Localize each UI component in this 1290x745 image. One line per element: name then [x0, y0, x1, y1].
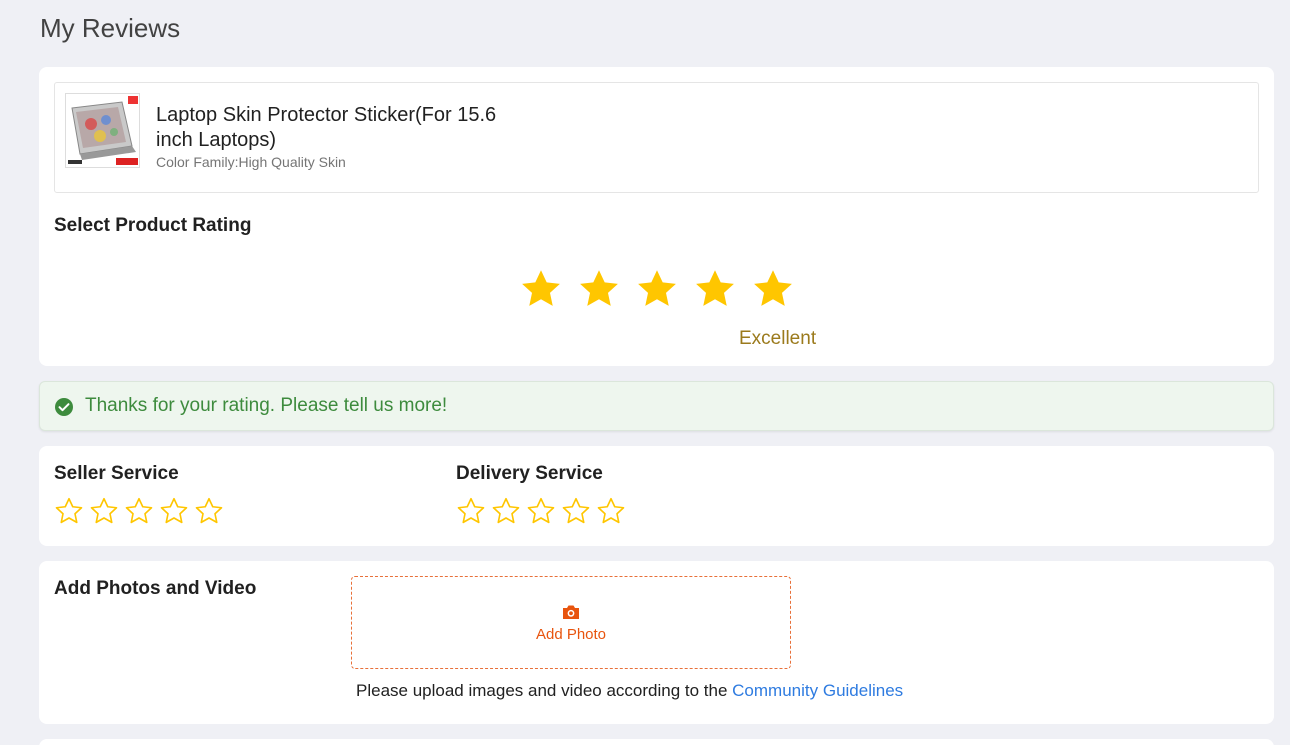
- check-circle-icon: [55, 398, 73, 416]
- star-filled-icon: [522, 270, 560, 306]
- star-filled-icon: [696, 270, 734, 306]
- product-summary: Laptop Skin Protector Sticker(For 15.6 i…: [54, 82, 1259, 193]
- upload-guideline: Please upload images and video according…: [356, 681, 903, 701]
- service-rating-card: Seller Service Delivery Service: [39, 446, 1274, 546]
- next-card: [39, 739, 1274, 745]
- delivery-star-1[interactable]: [456, 496, 486, 526]
- star-outline-icon: [527, 497, 555, 524]
- product-thumbnail: [65, 93, 140, 168]
- seller-star-4[interactable]: [159, 496, 189, 526]
- product-star-5[interactable]: [751, 267, 795, 311]
- star-filled-icon: [638, 270, 676, 306]
- product-variant: Color Family:High Quality Skin: [156, 154, 346, 170]
- product-star-4[interactable]: [693, 267, 737, 311]
- seller-star-3[interactable]: [124, 496, 154, 526]
- product-rating-label: Select Product Rating: [54, 215, 252, 236]
- community-guidelines-link[interactable]: Community Guidelines: [732, 681, 903, 700]
- product-star-3[interactable]: [635, 267, 679, 311]
- star-outline-icon: [160, 497, 188, 524]
- star-outline-icon: [457, 497, 485, 524]
- seller-service-stars: [54, 496, 229, 526]
- camera-icon: [563, 605, 579, 619]
- delivery-star-2[interactable]: [491, 496, 521, 526]
- media-section-label: Add Photos and Video: [54, 578, 257, 599]
- seller-star-1[interactable]: [54, 496, 84, 526]
- product-star-2[interactable]: [577, 267, 621, 311]
- star-outline-icon: [55, 497, 83, 524]
- delivery-star-5[interactable]: [596, 496, 626, 526]
- rating-description: Excellent: [739, 328, 817, 349]
- product-star-1[interactable]: [519, 267, 563, 311]
- rating-success-notice: Thanks for your rating. Please tell us m…: [39, 381, 1274, 431]
- delivery-star-3[interactable]: [526, 496, 556, 526]
- star-outline-icon: [195, 497, 223, 524]
- product-rating-stars: [519, 267, 809, 311]
- delivery-service-stars: [456, 496, 631, 526]
- seller-star-5[interactable]: [194, 496, 224, 526]
- star-outline-icon: [125, 497, 153, 524]
- notice-text: Thanks for your rating. Please tell us m…: [85, 395, 448, 416]
- seller-star-2[interactable]: [89, 496, 119, 526]
- star-outline-icon: [597, 497, 625, 524]
- star-outline-icon: [90, 497, 118, 524]
- guideline-text: Please upload images and video according…: [356, 681, 733, 700]
- delivery-star-4[interactable]: [561, 496, 591, 526]
- star-filled-icon: [754, 270, 792, 306]
- seller-service-label: Seller Service: [54, 463, 179, 484]
- add-photo-button[interactable]: Add Photo: [351, 576, 791, 669]
- star-filled-icon: [580, 270, 618, 306]
- add-photo-label: Add Photo: [535, 626, 607, 643]
- page-title: My Reviews: [40, 13, 181, 43]
- delivery-service-label: Delivery Service: [456, 463, 603, 484]
- media-upload-card: Add Photos and Video Add Photo Please up…: [39, 561, 1274, 724]
- product-name: Laptop Skin Protector Sticker(For 15.6 i…: [156, 104, 497, 151]
- product-rating-card: Laptop Skin Protector Sticker(For 15.6 i…: [39, 67, 1274, 366]
- star-outline-icon: [492, 497, 520, 524]
- star-outline-icon: [562, 497, 590, 524]
